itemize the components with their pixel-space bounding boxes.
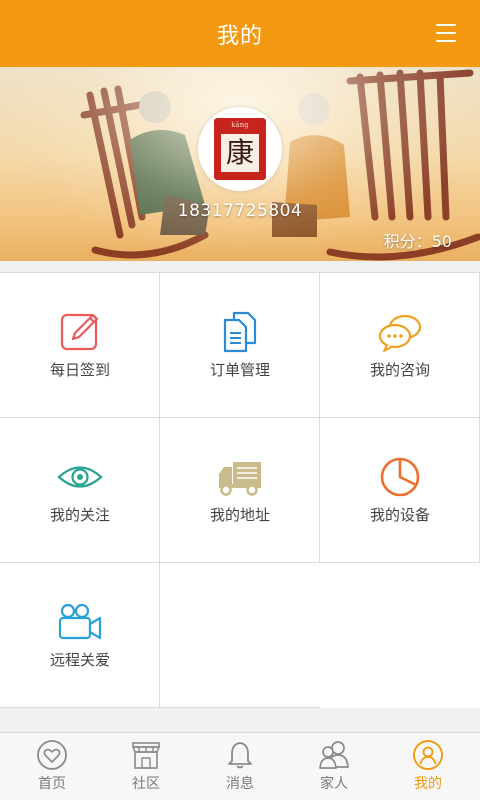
- tab-label: 首页: [38, 776, 66, 792]
- chat-bubbles-icon: [378, 314, 422, 352]
- grid-item-label: 远程关爱: [49, 651, 110, 669]
- points-label[interactable]: 积分：50: [384, 228, 452, 252]
- family-icon: [319, 741, 349, 769]
- user-phone: 18317725804: [177, 201, 303, 221]
- grid-empty-cell: [160, 563, 320, 708]
- tab-label: 家人: [320, 776, 348, 792]
- tab-label: 我的: [414, 776, 442, 792]
- tab-label: 消息: [226, 776, 254, 792]
- grid-item-address[interactable]: 我的地址: [160, 418, 320, 563]
- profile-banner: kāng 康 18317725804 积分：50: [0, 67, 480, 261]
- grid-item-consultation[interactable]: 我的咨询: [320, 273, 480, 418]
- header-bar: 我的: [0, 0, 480, 67]
- grid-item-label: 订单管理: [209, 361, 270, 379]
- video-camera-icon: [58, 603, 102, 640]
- avatar[interactable]: kāng 康: [198, 107, 282, 191]
- avatar-image: kāng 康: [201, 110, 279, 188]
- documents-icon: [223, 311, 257, 353]
- user-circle-icon: [413, 740, 443, 770]
- avatar-pinyin: kāng: [231, 121, 249, 129]
- grid-item-label: 我的设备: [369, 506, 430, 524]
- grid-item-label: 我的关注: [49, 506, 110, 524]
- truck-icon: [219, 462, 261, 496]
- grid-item-devices[interactable]: 我的设备: [320, 418, 480, 563]
- kang-seal-logo: kāng 康: [214, 118, 266, 180]
- bell-icon: [228, 742, 252, 769]
- avatar-character: 康: [225, 136, 254, 169]
- app-screen: 我的 kāng 康 18317725804 积分：50 每日签到 订单管理 我的…: [0, 0, 480, 800]
- tab-family[interactable]: 家人: [286, 733, 382, 800]
- menu-icon[interactable]: [436, 24, 456, 42]
- tab-mine[interactable]: 我的: [380, 733, 476, 800]
- grid-item-label: 每日签到: [49, 361, 110, 379]
- grid-item-following[interactable]: 我的关注: [0, 418, 160, 563]
- grid-item-label: 我的地址: [209, 506, 270, 524]
- grid-item-orders[interactable]: 订单管理: [160, 273, 320, 418]
- store-icon: [132, 742, 160, 769]
- heart-circle-icon: [37, 740, 67, 770]
- pie-chart-icon: [380, 457, 420, 497]
- bottom-tab-bar: 首页 社区 消息 家人 我的: [0, 732, 480, 800]
- feature-grid: 每日签到 订单管理 我的咨询 我的关注 我的地址 我的设备 远程关爱: [0, 273, 480, 708]
- tab-messages[interactable]: 消息: [192, 733, 288, 800]
- eye-icon: [57, 466, 103, 488]
- grid-item-remote-care[interactable]: 远程关爱: [0, 563, 160, 708]
- grid-item-daily-checkin[interactable]: 每日签到: [0, 273, 160, 418]
- page-title: 我的: [216, 23, 263, 49]
- tab-community[interactable]: 社区: [98, 733, 194, 800]
- tab-label: 社区: [132, 776, 160, 792]
- tab-home[interactable]: 首页: [4, 733, 100, 800]
- edit-icon: [60, 313, 99, 351]
- grid-item-label: 我的咨询: [369, 361, 430, 379]
